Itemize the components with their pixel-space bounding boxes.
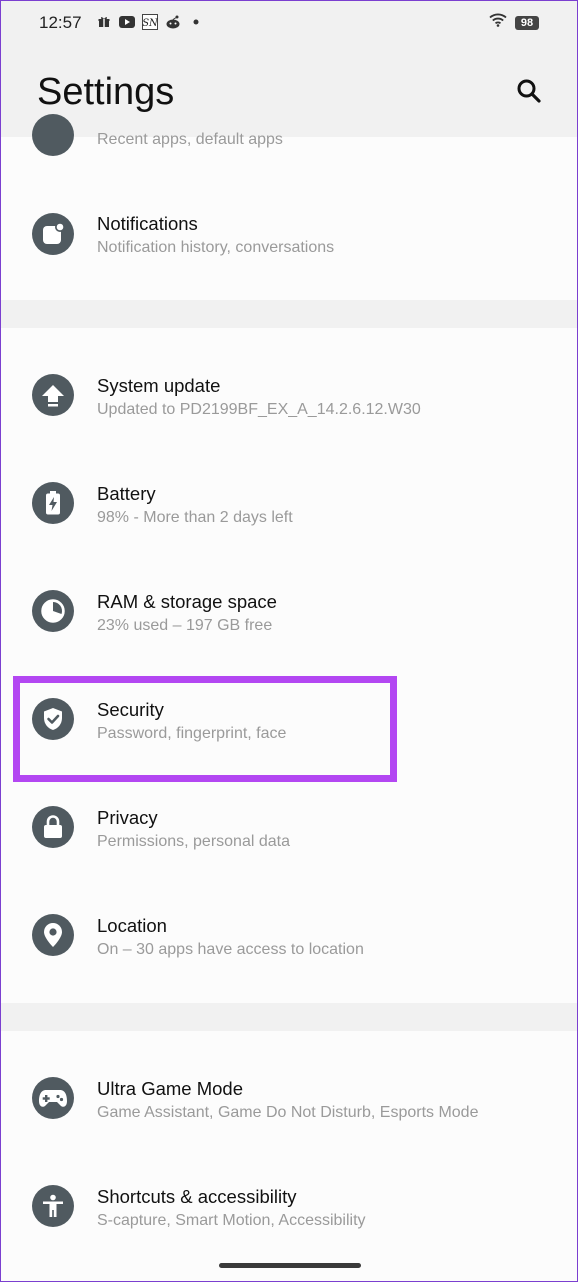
status-time: 12:57	[39, 13, 82, 32]
accessibility-icon	[32, 1185, 74, 1227]
settings-item-game-mode[interactable]: Ultra Game Mode Game Assistant, Game Do …	[1, 1051, 577, 1159]
settings-item-title: RAM & storage space	[97, 591, 277, 612]
settings-item-title: Privacy	[97, 807, 158, 828]
reddit-icon	[165, 14, 181, 30]
battery-icon	[32, 482, 74, 524]
status-right: 98	[489, 13, 539, 32]
settings-item-subtitle: Game Assistant, Game Do Not Disturb, Esp…	[97, 1104, 479, 1121]
settings-item-title: System update	[97, 375, 221, 396]
storage-pie-icon	[32, 590, 74, 632]
settings-item-title: Shortcuts & accessibility	[97, 1186, 297, 1207]
settings-item-subtitle: Notification history, conversations	[97, 239, 335, 256]
settings-item-subtitle: Permissions, personal data	[97, 833, 290, 850]
notification-icons: SN	[96, 14, 204, 30]
svg-text:SN: SN	[142, 18, 158, 29]
apps-icon	[32, 114, 74, 156]
settings-item-notifications[interactable]: Notifications Notification history, conv…	[1, 187, 577, 295]
battery-indicator: 98	[515, 15, 539, 30]
phone-screen: 12:57 SN 98 Settings Recent apps, defaul…	[0, 0, 578, 1282]
notification-icon	[32, 213, 74, 255]
location-pin-icon	[32, 914, 74, 956]
settings-item-title: Location	[97, 915, 167, 936]
settings-item-accessibility[interactable]: Shortcuts & accessibility S-capture, Sma…	[1, 1159, 577, 1267]
home-indicator[interactable]	[219, 1263, 361, 1268]
settings-item-subtitle: 98% - More than 2 days left	[97, 509, 293, 526]
dot-icon	[188, 14, 204, 30]
settings-item-subtitle: S-capture, Smart Motion, Accessibility	[97, 1212, 366, 1229]
settings-item-location[interactable]: Location On – 30 apps have access to loc…	[1, 888, 577, 996]
settings-item-title: Notifications	[97, 213, 198, 234]
settings-item-subtitle: Recent apps, default apps	[97, 131, 283, 148]
settings-group-3: Ultra Game Mode Game Assistant, Game Do …	[1, 1031, 577, 1281]
settings-item-subtitle: On – 30 apps have access to location	[97, 941, 364, 958]
settings-group-1: Recent apps, default apps Notifications …	[1, 114, 577, 300]
update-arrow-icon	[32, 374, 74, 416]
settings-item-battery[interactable]: Battery 98% - More than 2 days left	[1, 456, 577, 564]
gamepad-icon	[32, 1077, 74, 1119]
youtube-icon	[119, 14, 135, 30]
sn-icon: SN	[142, 14, 158, 30]
settings-item-privacy[interactable]: Privacy Permissions, personal data	[1, 780, 577, 888]
highlight-box	[13, 676, 397, 782]
wifi-icon	[489, 13, 507, 32]
settings-group-2: System update Updated to PD2199BF_EX_A_1…	[1, 328, 577, 1003]
settings-item-subtitle: Updated to PD2199BF_EX_A_14.2.6.12.W30	[97, 401, 421, 418]
gift-icon	[96, 14, 112, 30]
settings-item-subtitle: 23% used – 197 GB free	[97, 617, 273, 634]
settings-item-apps[interactable]: Recent apps, default apps	[1, 81, 577, 189]
settings-item-system-update[interactable]: System update Updated to PD2199BF_EX_A_1…	[1, 348, 577, 456]
settings-item-title: Battery	[97, 483, 156, 504]
settings-item-title: Ultra Game Mode	[97, 1078, 243, 1099]
status-bar: 12:57 SN 98	[1, 1, 577, 47]
settings-item-storage[interactable]: RAM & storage space 23% used – 197 GB fr…	[1, 564, 577, 672]
lock-icon	[32, 806, 74, 848]
